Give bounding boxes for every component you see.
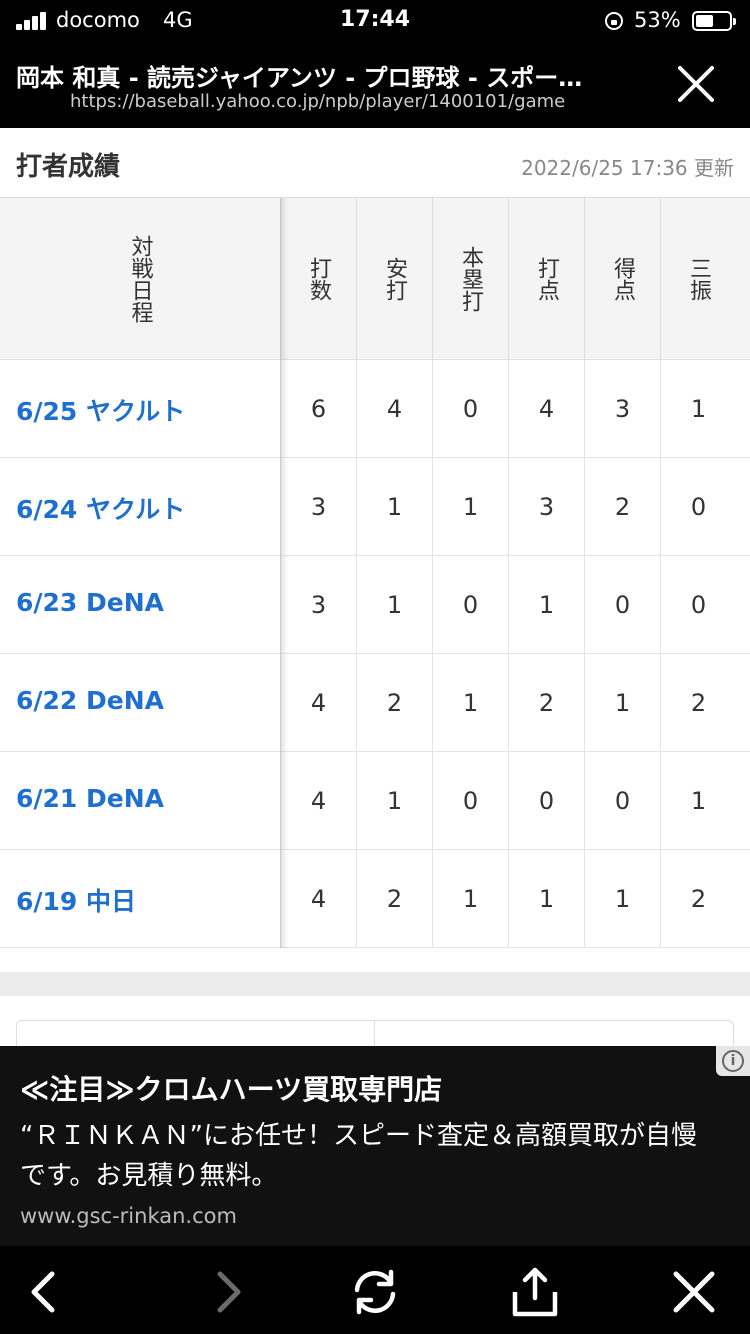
stat-cell: 4 — [280, 850, 356, 948]
stat-cell: 1 — [660, 752, 736, 850]
stat-cell: 3 — [280, 556, 356, 654]
stat-cell: 6 — [280, 360, 356, 458]
stat-cell: 3 — [584, 360, 660, 458]
stat-cell: 1 — [432, 850, 508, 948]
section-divider — [0, 972, 750, 996]
stat-cell: 4 — [356, 360, 432, 458]
column-header-rbi: 打点 — [508, 198, 584, 360]
page-url[interactable]: https://baseball.yahoo.co.jp/npb/player/… — [70, 91, 630, 112]
column-header-label: 対戦日程 — [127, 235, 153, 323]
browser-toolbar — [0, 1246, 750, 1334]
game-date-link[interactable]: 6/23 DeNA — [16, 588, 164, 617]
ad-url[interactable]: www.gsc-rinkan.com — [20, 1204, 237, 1228]
stat-cell: 1 — [432, 654, 508, 752]
forward-icon — [198, 1264, 254, 1320]
browser-header: docomo 4G 17:44 53% 岡本 和真 - 読売ジャイアンツ - プ… — [0, 0, 750, 128]
stat-cell: 1 — [508, 850, 584, 948]
stat-cell: 4 — [280, 752, 356, 850]
rotation-lock-icon — [605, 12, 623, 30]
table-row: 6/19 中日 4 2 1 1 1 2 — [0, 850, 750, 948]
stat-cell: 2 — [660, 850, 736, 948]
updated-timestamp: 2022/6/25 17:36 更新 — [521, 156, 734, 180]
table-row: 6/21 DeNA 4 1 0 0 0 1 — [0, 752, 750, 850]
column-header-at-bats: 打数 — [280, 198, 356, 360]
battery-percent: 53% — [634, 8, 681, 32]
stat-cell: 0 — [584, 556, 660, 654]
stat-cell: 0 — [432, 360, 508, 458]
stat-cell: 1 — [660, 360, 736, 458]
stat-cell: 2 — [660, 654, 736, 752]
stat-cell: 3 — [280, 458, 356, 556]
stat-cell: 1 — [584, 850, 660, 948]
status-bar: docomo 4G 17:44 53% — [0, 0, 750, 42]
column-header-strikeouts: 三振 — [660, 198, 736, 360]
stat-cell: 0 — [508, 752, 584, 850]
column-header-home-runs: 本塁打 — [432, 198, 508, 360]
page-title: 岡本 和真 - 読売ジャイアンツ - プロ野球 - スポー… — [16, 64, 583, 92]
ad-headline[interactable]: ≪注目≫クロムハーツ買取専門店 — [20, 1068, 442, 1108]
column-header-date: 対戦日程 — [0, 198, 280, 360]
game-date-link[interactable]: 6/22 DeNA — [16, 686, 164, 715]
stat-cell: 1 — [356, 752, 432, 850]
column-header-hits: 安打 — [356, 198, 432, 360]
share-icon[interactable] — [507, 1264, 563, 1320]
ad-banner[interactable]: i ≪注目≫クロムハーツ買取専門店 “ＲＩＮＫＡＮ”にお任せ！スピード査定＆高額… — [0, 1046, 750, 1246]
game-date-link[interactable]: 6/21 DeNA — [16, 784, 164, 813]
stat-cell: 0 — [432, 752, 508, 850]
column-header-runs: 得点 — [584, 198, 660, 360]
stat-cell: 0 — [432, 556, 508, 654]
battery-icon — [692, 11, 736, 31]
table-row: 6/23 DeNA 3 1 0 1 0 0 — [0, 556, 750, 654]
ad-body: “ＲＩＮＫＡＮ”にお任せ！スピード査定＆高額買取が自慢です。お見積り無料。 — [20, 1121, 697, 1191]
batting-stats-table[interactable]: 対戦日程 打数 安打 本塁打 打点 得点 三振 6/25 ヤクルト 6 4 0 … — [0, 198, 750, 948]
stat-cell: 1 — [508, 556, 584, 654]
stat-cell: 0 — [660, 556, 736, 654]
section-header: 打者成績 2022/6/25 17:36 更新 — [0, 128, 750, 198]
stat-cell: 2 — [356, 654, 432, 752]
table-row: 6/24 ヤクルト 3 1 1 3 2 0 — [0, 458, 750, 556]
stat-cell: 4 — [508, 360, 584, 458]
stat-cell: 2 — [584, 458, 660, 556]
stat-cell: 0 — [660, 458, 736, 556]
back-icon[interactable] — [18, 1264, 74, 1320]
stat-cell: 0 — [584, 752, 660, 850]
table-row: 6/22 DeNA 4 2 1 2 1 2 — [0, 654, 750, 752]
table-header-row: 対戦日程 打数 安打 本塁打 打点 得点 三振 — [0, 198, 750, 360]
stat-cell: 1 — [432, 458, 508, 556]
stat-cell: 1 — [584, 654, 660, 752]
stat-cell: 1 — [356, 458, 432, 556]
game-date-link[interactable]: 6/24 ヤクルト — [16, 490, 185, 526]
stat-cell: 4 — [280, 654, 356, 752]
close-icon[interactable] — [670, 58, 722, 110]
reload-icon[interactable] — [347, 1264, 403, 1320]
frozen-column-shadow — [280, 198, 288, 948]
ad-info-icon[interactable]: i — [716, 1046, 750, 1076]
stat-cell: 2 — [508, 654, 584, 752]
stat-cell: 2 — [356, 850, 432, 948]
game-date-link[interactable]: 6/19 中日 — [16, 882, 136, 918]
game-date-link[interactable]: 6/25 ヤクルト — [16, 392, 185, 428]
section-title: 打者成績 — [16, 152, 121, 182]
stat-cell: 3 — [508, 458, 584, 556]
close-icon[interactable] — [666, 1264, 722, 1320]
stat-cell: 1 — [356, 556, 432, 654]
table-row: 6/25 ヤクルト 6 4 0 4 3 1 — [0, 360, 750, 458]
